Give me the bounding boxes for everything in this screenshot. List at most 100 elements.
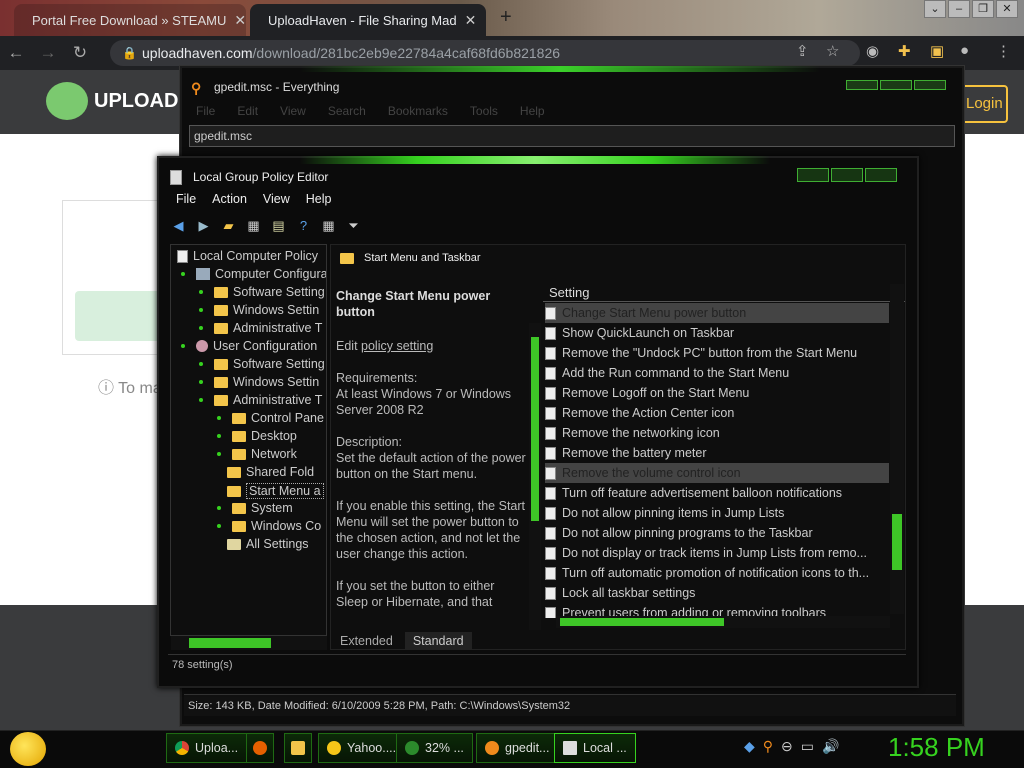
maximize-button[interactable]: ❐ <box>972 0 994 18</box>
menu-help[interactable]: Help <box>520 104 545 118</box>
tree-node-control-panel[interactable]: Control Pane <box>217 411 324 425</box>
menu-bookmarks[interactable]: Bookmarks <box>388 104 448 118</box>
close-button[interactable]: ✕ <box>996 0 1018 18</box>
list-item[interactable]: Remove the Action Center icon <box>545 403 889 423</box>
expand-dot-icon[interactable] <box>217 416 221 420</box>
list-item[interactable]: Remove Logoff on the Start Menu <box>545 383 889 403</box>
list-item[interactable]: Remove the battery meter <box>545 443 889 463</box>
menu-view[interactable]: View <box>263 192 290 206</box>
menu-file[interactable]: File <box>176 192 196 206</box>
tab-standard[interactable]: Standard <box>404 632 472 650</box>
tree-node-user-configuration[interactable]: User Configuration <box>181 339 317 353</box>
expand-dot-icon[interactable] <box>199 308 203 312</box>
export-list-icon[interactable]: ▤ <box>270 217 287 234</box>
tree-node-start-menu-and-taskbar[interactable]: Start Menu a <box>227 483 324 499</box>
settings-horizontal-scrollbar[interactable] <box>556 616 890 628</box>
list-item[interactable]: Turn off automatic promotion of notifica… <box>545 563 889 583</box>
tree-node-local-computer-policy[interactable]: Local Computer Policy <box>177 249 318 263</box>
forward-arrow-icon[interactable]: ▶ <box>195 217 212 234</box>
chevron-down-icon[interactable]: ⌄ <box>924 0 946 18</box>
minimize-button[interactable]: – <box>948 0 970 18</box>
back-arrow-icon[interactable]: ← <box>0 43 32 63</box>
taskbar-item-folder[interactable] <box>284 733 312 763</box>
tree-node-windows-settings[interactable]: Windows Settin <box>199 375 319 389</box>
tree-node-administrative-templates[interactable]: Administrative T <box>199 321 322 335</box>
close-button[interactable] <box>865 168 897 182</box>
tree-node-administrative-templates[interactable]: Administrative T <box>199 393 322 407</box>
taskbar-item-gpedit[interactable]: Local ... <box>554 733 636 763</box>
scrollbar-thumb[interactable] <box>189 638 271 648</box>
list-item[interactable]: Do not allow pinning programs to the Tas… <box>545 523 889 543</box>
list-item[interactable]: Do not display or track items in Jump Li… <box>545 543 889 563</box>
tree-node-desktop[interactable]: Desktop <box>217 429 297 443</box>
login-button[interactable]: Login <box>958 85 1008 123</box>
list-item[interactable]: Show QuickLaunch on Taskbar <box>545 323 889 343</box>
taskbar-item-chrome[interactable]: Uploa... <box>166 733 248 763</box>
taskbar-item-yahoo[interactable]: Yahoo.... <box>318 733 406 763</box>
list-item[interactable]: Remove the volume control icon <box>545 463 889 483</box>
scrollbar-thumb[interactable] <box>560 618 724 626</box>
status-icon[interactable]: ⊖ <box>781 738 793 755</box>
maximize-button[interactable] <box>880 80 912 90</box>
start-button[interactable] <box>10 732 46 766</box>
list-item[interactable]: Remove the "Undock PC" button from the S… <box>545 343 889 363</box>
expand-dot-icon[interactable] <box>199 362 203 366</box>
tree-node-network[interactable]: Network <box>217 447 297 461</box>
menu-tools[interactable]: Tools <box>470 104 498 118</box>
close-tab-icon[interactable]: ✕ <box>234 12 246 29</box>
tree-node-shared-folders[interactable]: Shared Fold <box>227 465 314 479</box>
help-icon[interactable]: ? <box>295 217 312 234</box>
tree-node-system[interactable]: System <box>217 501 293 515</box>
close-tab-icon[interactable]: ✕ <box>465 12 477 29</box>
menu-action[interactable]: Action <box>212 192 247 206</box>
back-arrow-icon[interactable]: ◀ <box>170 217 187 234</box>
up-folder-icon[interactable]: ▰ <box>220 217 237 234</box>
network-icon[interactable]: ◆ <box>744 738 755 755</box>
puzzle-icon[interactable]: ✚ <box>898 42 911 60</box>
expand-dot-icon[interactable] <box>217 434 221 438</box>
tree-node-windows-settings[interactable]: Windows Settin <box>199 303 319 317</box>
list-item[interactable]: Change Start Menu power button <box>545 303 889 323</box>
list-item[interactable]: Add the Run command to the Start Menu <box>545 363 889 383</box>
sidebar-icon[interactable]: ▣ <box>930 42 944 60</box>
taskbar-item-firefox[interactable] <box>246 733 274 763</box>
list-item[interactable]: Turn off feature advertisement balloon n… <box>545 483 889 503</box>
expand-dot-icon[interactable] <box>181 344 185 348</box>
taskbar-clock[interactable]: 1:58 PM <box>888 732 985 763</box>
list-item[interactable]: Do not allow pinning items in Jump Lists <box>545 503 889 523</box>
tab-uploadhaven[interactable]: UploadHaven - File Sharing Mad ✕ <box>250 4 486 36</box>
menu-search[interactable]: Search <box>328 104 366 118</box>
expand-dot-icon[interactable] <box>199 398 203 402</box>
expand-dot-icon[interactable] <box>217 524 221 528</box>
expand-dot-icon[interactable] <box>199 380 203 384</box>
expand-dot-icon[interactable] <box>217 506 221 510</box>
taskbar-item-progress[interactable]: 32% ... <box>396 733 473 763</box>
minimize-button[interactable] <box>846 80 878 90</box>
tree-node-windows-components[interactable]: Windows Co <box>217 519 321 533</box>
new-tab-button[interactable]: + <box>500 6 512 29</box>
properties-icon[interactable]: ▦ <box>320 217 337 234</box>
scrollbar-thumb[interactable] <box>531 337 539 521</box>
minimize-button[interactable] <box>797 168 829 182</box>
everything-search-input[interactable]: gpedit.msc <box>189 125 955 147</box>
menu-help[interactable]: Help <box>306 192 332 206</box>
tab-portal[interactable]: Portal Free Download » STEAMU ✕ <box>14 4 246 36</box>
site-logo[interactable]: UPLOADH <box>46 82 193 120</box>
expand-dot-icon[interactable] <box>181 272 185 276</box>
expand-dot-icon[interactable] <box>199 290 203 294</box>
close-button[interactable] <box>914 80 946 90</box>
show-hide-tree-icon[interactable]: ▦ <box>245 217 262 234</box>
tab-extended[interactable]: Extended <box>332 632 401 650</box>
list-item[interactable]: Lock all taskbar settings <box>545 583 889 603</box>
profile-icon[interactable]: ● <box>960 42 969 59</box>
list-item[interactable]: Remove the networking icon <box>545 423 889 443</box>
expand-dot-icon[interactable] <box>217 452 221 456</box>
maximize-button[interactable] <box>831 168 863 182</box>
settings-vertical-scrollbar[interactable] <box>890 284 904 614</box>
filter-icon[interactable]: ⏷ <box>345 217 362 234</box>
tree-node-software-settings[interactable]: Software Setting <box>199 357 325 371</box>
share-icon[interactable]: ⇪ <box>796 42 809 60</box>
expand-dot-icon[interactable] <box>199 326 203 330</box>
url-bar[interactable]: 🔒 uploadhaven.com/download/281bc2eb9e227… <box>110 40 860 66</box>
reload-icon[interactable]: ↻ <box>64 43 96 63</box>
